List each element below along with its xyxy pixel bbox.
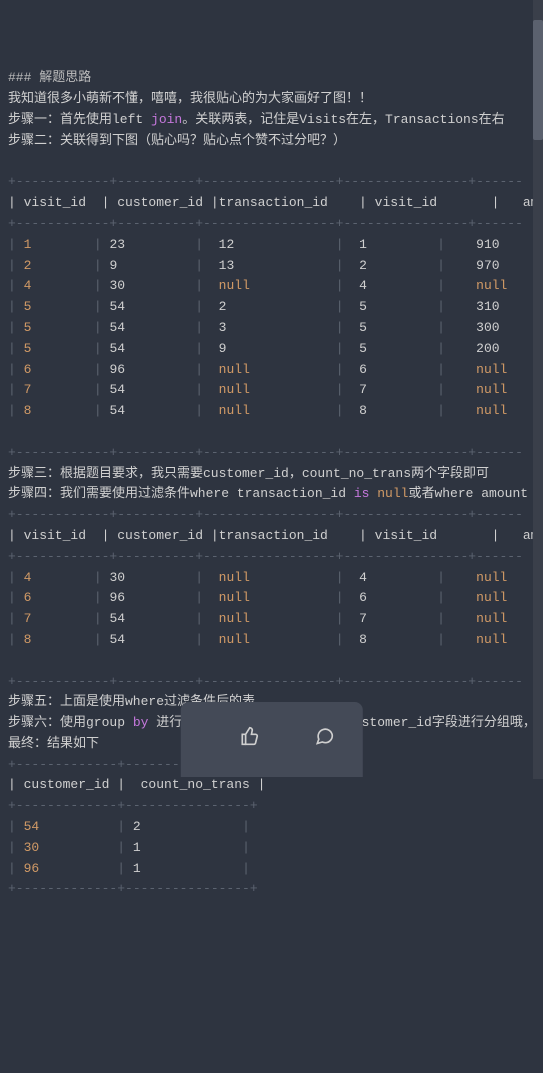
table-row: | 6 | 96 | null | 6 | null [8, 362, 507, 377]
table3-sep: +-------------+----------------+ [8, 881, 258, 896]
final-label: 最终：结果如下 [8, 736, 99, 751]
vertical-scrollbar[interactable] [533, 0, 543, 779]
table-row: | 5 | 54 | 3 | 5 | 300 [8, 320, 500, 335]
table2-header: | visit_id | customer_id |transaction_id… [8, 528, 543, 543]
table-row: | 4 | 30 | null | 4 | null [8, 278, 507, 293]
table1-sep: +------------+----------+---------------… [8, 445, 523, 460]
table1-header: | visit_id | customer_id |transaction_id… [8, 195, 543, 210]
like-icon[interactable] [208, 706, 259, 775]
table3-sep: +-------------+----------------+ [8, 798, 258, 813]
step-1: 步骤一：首先使用left join。关联两表，记住是Visits在左，Trans… [8, 112, 505, 127]
table-row: | 4 | 30 | null | 4 | null [8, 570, 507, 585]
comment-icon[interactable] [284, 706, 335, 775]
table-row: | 8 | 54 | null | 8 | null [8, 632, 507, 647]
table2-sep: +------------+----------+---------------… [8, 507, 523, 522]
table-row: | 5 | 54 | 2 | 5 | 310 [8, 299, 500, 314]
step-3: 步骤三：根据题目要求，我只需要customer_id，count_no_tran… [8, 466, 489, 481]
scrollbar-thumb[interactable] [533, 20, 543, 140]
table-row: | 7 | 54 | null | 7 | null [8, 382, 507, 397]
section-heading: ### 解题思路 [8, 70, 91, 85]
table-row: | 54 | 2 | [8, 819, 250, 834]
table3-header: | customer_id | count_no_trans | [8, 777, 265, 792]
intro-text: 我知道很多小萌新不懂，嘻嘻，我很贴心的为大家画好了图！！ [8, 91, 372, 106]
step-2: 步骤二：关联得到下图（贴心吗？贴心点个赞不过分吧？） [8, 133, 346, 148]
table-row: | 6 | 96 | null | 6 | null [8, 590, 507, 605]
table-row: | 96 | 1 | [8, 861, 250, 876]
table2-sep: +------------+----------+---------------… [8, 674, 523, 689]
table-row: | 2 | 9 | 13 | 2 | 970 [8, 258, 500, 273]
floating-toolbar [180, 702, 362, 777]
table-row: | 5 | 54 | 9 | 5 | 200 [8, 341, 500, 356]
table-row: | 8 | 54 | null | 8 | null [8, 403, 507, 418]
table2-sep: +------------+----------+---------------… [8, 549, 523, 564]
step-4: 步骤四：我们需要使用过滤条件where transaction_id is nu… [8, 486, 543, 501]
table-row: | 1 | 23 | 12 | 1 | 910 [8, 237, 500, 252]
table-row: | 7 | 54 | null | 7 | null [8, 611, 507, 626]
table1-sep: +------------+----------+---------------… [8, 216, 523, 231]
table-row: | 30 | 1 | [8, 840, 250, 855]
table1-sep: +------------+----------+---------------… [8, 174, 523, 189]
